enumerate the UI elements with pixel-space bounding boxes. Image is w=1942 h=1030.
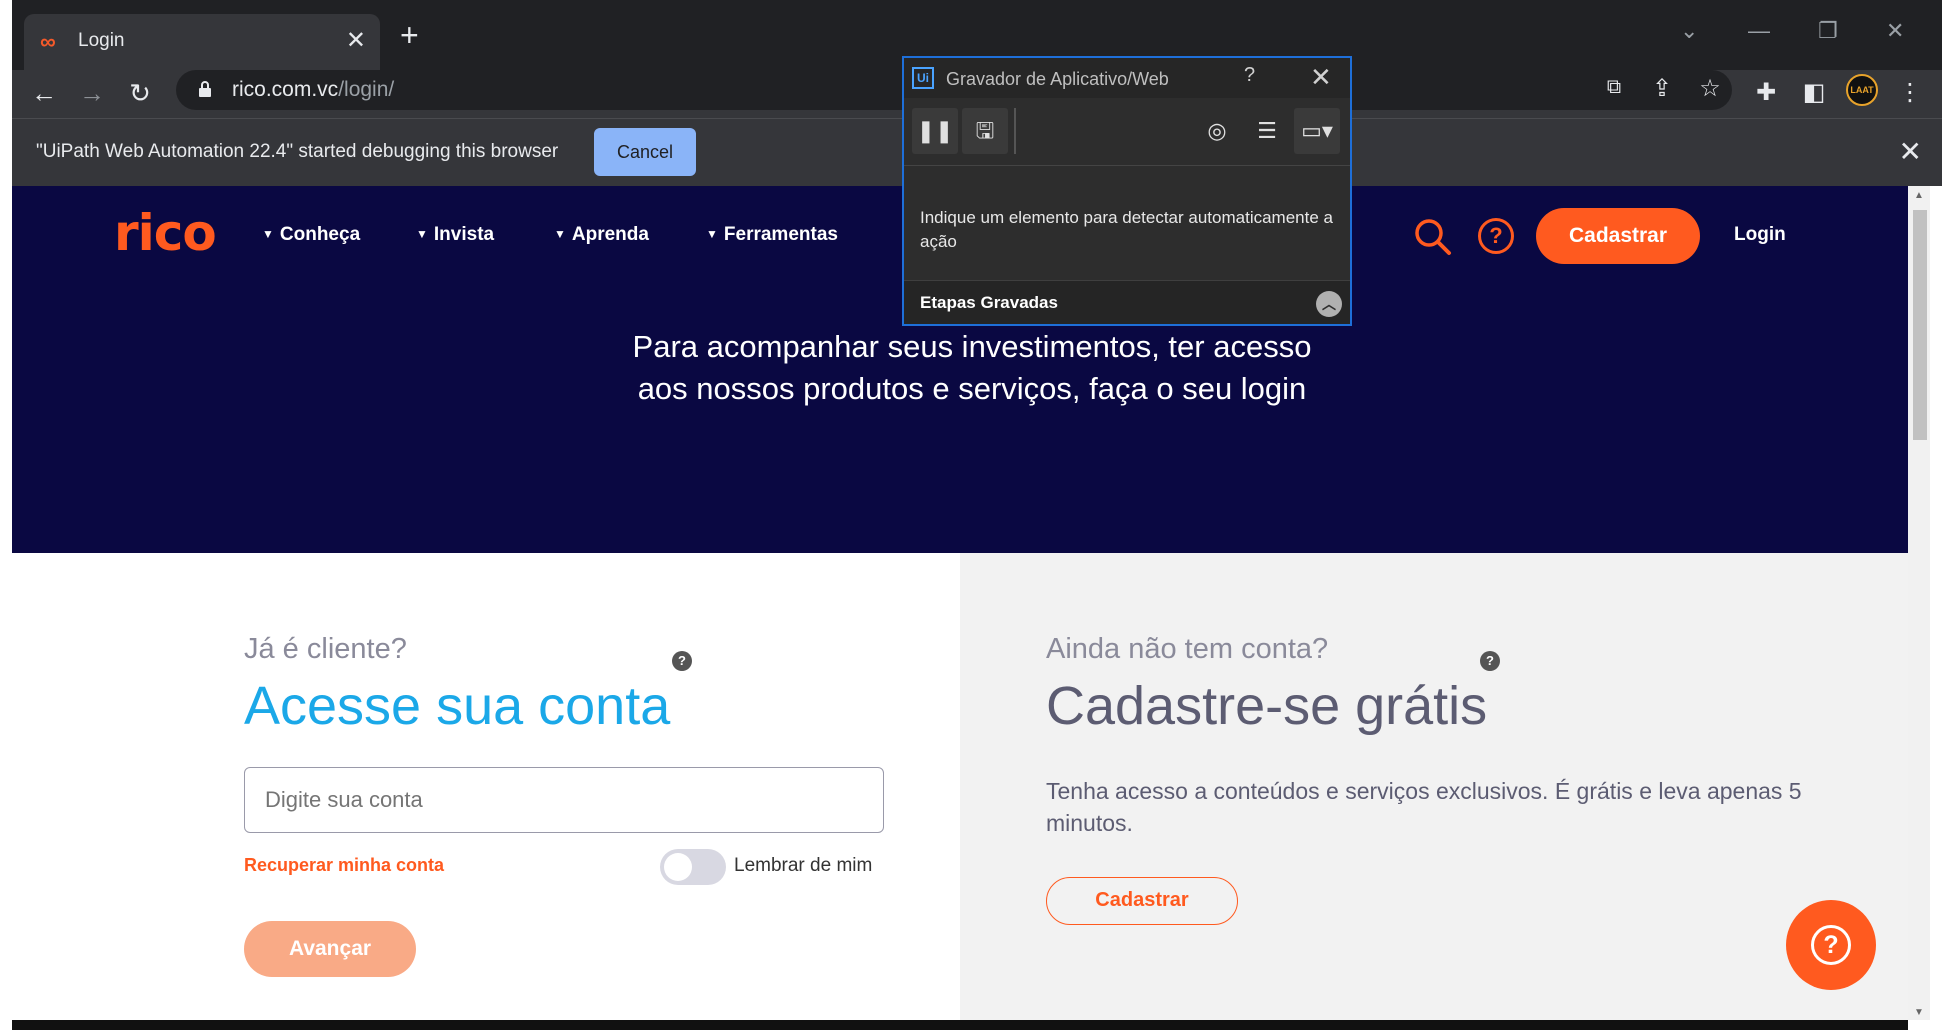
close-window-icon[interactable]: ✕ bbox=[1886, 18, 1904, 44]
page-scrollbar[interactable]: ▲ ▼ bbox=[1908, 186, 1930, 1020]
target-icon[interactable]: ◎ bbox=[1194, 108, 1240, 154]
minimize-icon[interactable]: — bbox=[1748, 18, 1770, 44]
signup-cadastrar-button[interactable]: Cadastrar bbox=[1046, 877, 1238, 925]
recorder-toolbar: ❚❚ 🖫 ◎ ☰ ▭▾ bbox=[904, 98, 1350, 166]
pause-icon[interactable]: ❚❚ bbox=[912, 108, 958, 154]
signup-eyebrow: Ainda não tem conta? bbox=[1046, 633, 1329, 665]
login-eyebrow: Já é cliente? bbox=[244, 633, 407, 665]
profile-avatar[interactable]: LAAT bbox=[1846, 74, 1878, 106]
recover-account-link[interactable]: Recuperar minha conta bbox=[244, 855, 444, 876]
share-icon[interactable]: ⇪ bbox=[1646, 74, 1678, 103]
nav-invista[interactable]: ▼ Invista bbox=[416, 224, 494, 246]
extensions-icon[interactable]: ✚ bbox=[1750, 78, 1782, 107]
checklist-icon[interactable]: ☰ bbox=[1244, 108, 1290, 154]
forward-icon[interactable]: → bbox=[76, 78, 108, 109]
floating-help-button[interactable]: ? bbox=[1786, 900, 1876, 990]
close-tab-icon[interactable]: ✕ bbox=[346, 26, 366, 55]
caret-down-icon: ▼ bbox=[706, 227, 718, 241]
tab-search-icon[interactable]: ⌄ bbox=[1680, 18, 1698, 44]
avancar-button[interactable]: Avançar bbox=[244, 921, 416, 977]
side-panel-icon[interactable]: ◧ bbox=[1798, 78, 1830, 107]
login-section: Já é cliente? ? Acesse sua conta Recuper… bbox=[12, 553, 960, 1030]
search-icon[interactable] bbox=[1412, 216, 1452, 256]
hero-title: Para acompanhar seus investimentos, ter … bbox=[632, 329, 1312, 406]
account-input[interactable] bbox=[244, 767, 884, 833]
remember-me-label: Lembrar de mim bbox=[734, 855, 873, 876]
infobar-message: "UiPath Web Automation 22.4" started deb… bbox=[36, 141, 559, 162]
scroll-up-icon[interactable]: ▲ bbox=[1908, 190, 1930, 201]
caret-down-icon: ▼ bbox=[262, 227, 274, 241]
recorder-titlebar[interactable]: Ui Gravador de Aplicativo/Web ? ✕ bbox=[904, 58, 1350, 98]
help-icon: ? bbox=[1811, 925, 1851, 965]
signup-description: Tenha acesso a conteúdos e serviços excl… bbox=[1046, 778, 1802, 836]
chevron-up-icon[interactable]: ︿ bbox=[1316, 291, 1342, 317]
scrollbar-thumb[interactable] bbox=[1913, 210, 1927, 440]
caret-down-icon: ▼ bbox=[416, 227, 428, 241]
nav-conheca[interactable]: ▼ Conheça bbox=[262, 224, 360, 246]
recorder-help-button[interactable]: ? bbox=[1244, 64, 1255, 87]
header-cadastrar-button[interactable]: Cadastrar bbox=[1536, 208, 1700, 264]
lock-icon bbox=[199, 81, 211, 97]
signup-help-icon[interactable]: ? bbox=[1480, 651, 1500, 671]
toggle-knob bbox=[664, 853, 692, 881]
menu-icon[interactable]: ⋮ bbox=[1894, 78, 1926, 107]
toolbar-separator bbox=[1014, 108, 1016, 154]
signup-section: Ainda não tem conta? ? Cadastre-se gráti… bbox=[960, 553, 1908, 1030]
infobar-close-icon[interactable]: ✕ bbox=[1899, 135, 1922, 168]
recorded-steps-label: Etapas Gravadas bbox=[920, 293, 1058, 312]
remember-me-toggle[interactable] bbox=[660, 849, 726, 885]
bookmark-star-icon[interactable]: ☆ bbox=[1694, 74, 1726, 103]
screen-edge bbox=[0, 0, 12, 1030]
save-icon[interactable]: 🖫 bbox=[962, 108, 1008, 154]
tab-title: Login bbox=[78, 30, 125, 51]
nav-ferramentas[interactable]: ▼ Ferramentas bbox=[706, 224, 838, 246]
new-tab-icon[interactable]: + bbox=[400, 18, 419, 52]
scroll-down-icon[interactable]: ▼ bbox=[1908, 1007, 1930, 1018]
uipath-recorder-panel: Ui Gravador de Aplicativo/Web ? ✕ ❚❚ 🖫 ◎… bbox=[902, 56, 1352, 326]
screen-capture-icon[interactable]: ▭▾ bbox=[1294, 108, 1340, 154]
reload-icon[interactable]: ↻ bbox=[124, 78, 156, 109]
caret-down-icon: ▼ bbox=[554, 227, 566, 241]
recorder-title: Gravador de Aplicativo/Web bbox=[946, 69, 1169, 89]
login-title: Acesse sua conta bbox=[244, 676, 671, 736]
back-icon[interactable]: ← bbox=[28, 78, 60, 109]
footer-banner bbox=[12, 1020, 1908, 1030]
site-logo[interactable]: rico bbox=[114, 204, 217, 262]
infobar-cancel-button[interactable]: Cancel bbox=[594, 128, 696, 176]
signup-title: Cadastre-se grátis bbox=[1046, 676, 1488, 736]
help-icon[interactable]: ? bbox=[1478, 218, 1514, 254]
recorder-instruction: Indique um elemento para detectar automa… bbox=[920, 208, 1333, 251]
browser-tab[interactable]: ∞ Login ✕ bbox=[24, 14, 380, 70]
uipath-logo-icon: Ui bbox=[912, 67, 934, 89]
login-help-icon[interactable]: ? bbox=[672, 651, 692, 671]
header-login-link[interactable]: Login bbox=[1734, 224, 1786, 246]
translate-icon[interactable]: ⧉ bbox=[1598, 76, 1630, 99]
nav-aprenda[interactable]: ▼ Aprenda bbox=[554, 224, 649, 246]
recorder-close-icon[interactable]: ✕ bbox=[1310, 62, 1332, 93]
recorded-steps-bar[interactable]: Etapas Gravadas ︿ bbox=[904, 280, 1350, 324]
rico-logo-icon: ∞ bbox=[40, 29, 56, 54]
restore-icon[interactable]: ❐ bbox=[1818, 18, 1838, 44]
url-text: rico.com.vc/login/ bbox=[232, 78, 395, 101]
